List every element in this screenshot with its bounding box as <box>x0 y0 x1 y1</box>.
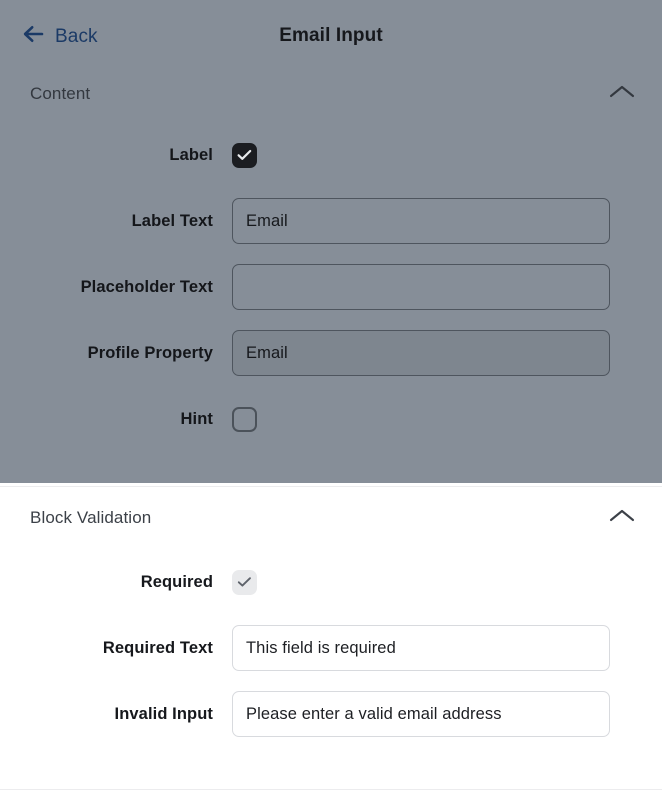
input-value: Please enter a valid email address <box>246 704 502 723</box>
row-control <box>232 569 662 595</box>
validation-section-title: Block Validation <box>30 508 152 527</box>
row-control <box>232 406 662 432</box>
chevron-up-icon[interactable] <box>608 83 636 106</box>
content-section-rows: Label Label Text Email Placeholder Text … <box>0 116 662 452</box>
panel-header: Back Email Input <box>0 0 662 72</box>
row-invalid-input-field: Invalid Input Please enter a valid email… <box>0 681 662 747</box>
validation-section-rows: Required Required Text This field is req… <box>0 545 662 747</box>
row-label-text: Placeholder Text <box>80 277 213 296</box>
placeholder-text-input[interactable] <box>232 264 610 310</box>
row-label-toggle: Label <box>0 122 662 188</box>
profile-property-input[interactable]: Email <box>232 330 610 376</box>
chevron-up-icon[interactable] <box>608 507 636 530</box>
row-label-text: Required Text <box>102 638 213 657</box>
row-placeholder-text-field: Placeholder Text <box>0 254 662 320</box>
row-label-text: Required <box>140 572 213 591</box>
row-label-text: Hint <box>180 409 213 428</box>
input-value: Email <box>246 343 288 362</box>
content-section-header[interactable]: Content <box>0 72 662 116</box>
row-control <box>232 142 662 168</box>
settings-panel: Back Email Input Content Label Label Tex… <box>0 0 662 800</box>
content-section-title: Content <box>30 84 91 103</box>
hint-checkbox[interactable] <box>232 406 257 432</box>
row-required-toggle: Required <box>0 549 662 615</box>
input-value: Email <box>246 211 288 230</box>
invalid-input-text-input[interactable]: Please enter a valid email address <box>232 691 610 737</box>
row-control: Email <box>232 330 662 376</box>
label-checkbox[interactable] <box>232 142 257 168</box>
row-control: This field is required <box>232 625 662 671</box>
content-panel-dimmed: Back Email Input Content Label Label Tex… <box>0 0 662 483</box>
row-hint-toggle: Hint <box>0 386 662 452</box>
row-label-text: Label <box>169 145 213 164</box>
validation-section-header[interactable]: Block Validation <box>0 487 662 545</box>
required-checkbox[interactable] <box>232 569 257 595</box>
row-control: Please enter a valid email address <box>232 691 662 737</box>
required-text-input[interactable]: This field is required <box>232 625 610 671</box>
input-value: This field is required <box>246 638 396 657</box>
block-validation-panel: Block Validation Required Required Text … <box>0 483 662 800</box>
row-required-text-field: Required Text This field is required <box>0 615 662 681</box>
row-profile-property-field: Profile Property Email <box>0 320 662 386</box>
row-label-text: Profile Property <box>87 343 213 362</box>
row-control: Email <box>232 198 662 244</box>
panel-bottom-divider <box>0 789 662 790</box>
row-label-text: Label Text <box>131 211 213 230</box>
page-title: Email Input <box>279 25 383 46</box>
row-label-text: Invalid Input <box>114 704 213 723</box>
row-label-text-field: Label Text Email <box>0 188 662 254</box>
label-text-input[interactable]: Email <box>232 198 610 244</box>
row-control <box>232 264 662 310</box>
